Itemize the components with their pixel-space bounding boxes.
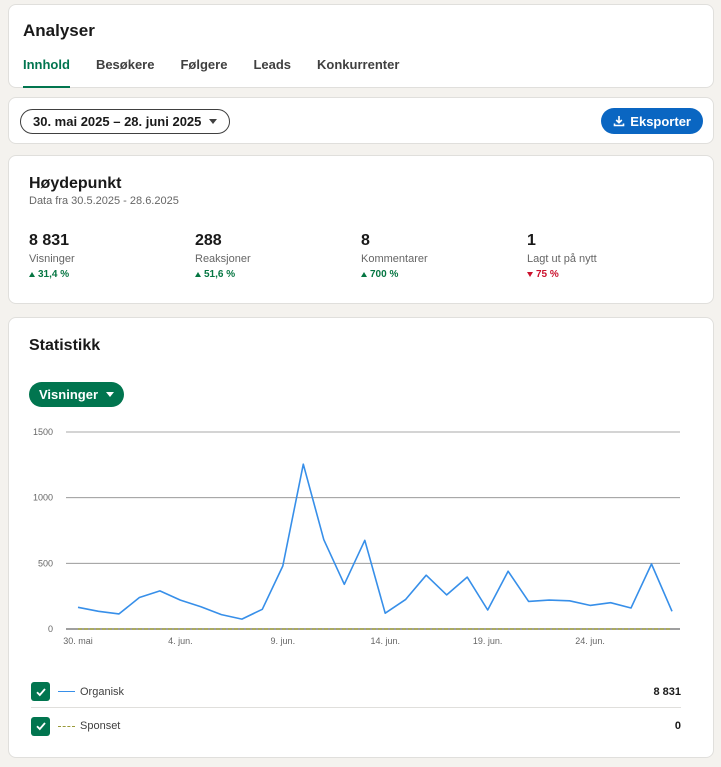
sponset-checkbox[interactable] xyxy=(31,716,50,736)
x-tick-label: 14. jun. xyxy=(370,636,400,646)
metric-label: Reaksjoner xyxy=(195,253,251,265)
metric-change-value: 51,6 % xyxy=(204,269,236,280)
series-line-organisk xyxy=(77,463,673,620)
organisk-checkbox[interactable] xyxy=(31,682,50,701)
legend-total: 8 831 xyxy=(653,685,681,698)
metric-change-value: 700 % xyxy=(370,269,399,280)
tab-besokere[interactable]: Besøkere xyxy=(96,57,155,88)
date-range-dropdown[interactable]: 30. mai 2025 – 28. juni 2025 xyxy=(20,109,231,134)
x-tick-label: 4. jun. xyxy=(168,636,193,646)
metric-change: 75 % xyxy=(527,269,687,280)
highlights-title: Høydepunkt xyxy=(29,175,122,192)
y-tick-label: 1000 xyxy=(33,493,53,503)
date-range-label: 30. mai 2025 – 28. juni 2025 xyxy=(33,114,202,129)
legend-total: 0 xyxy=(674,720,681,732)
arrow-down-icon xyxy=(527,272,533,277)
metric-label: Visninger xyxy=(29,253,75,265)
tab-bar: Innhold Besøkere Følgere Leads Konkurren… xyxy=(23,57,425,88)
x-tick-label: 9. jun. xyxy=(271,636,296,646)
metric-value: 1 xyxy=(527,232,536,249)
x-tick-label: 19. jun. xyxy=(473,636,503,646)
metric-change: 51,6 % xyxy=(195,269,355,280)
tab-konkurrenter[interactable]: Konkurrenter xyxy=(317,57,399,88)
metric-lagt-ut-pa-nytt: 1 Lagt ut på nytt 75 % xyxy=(527,232,687,280)
views-line-chart: 0 500 1000 1500 30. mai 4. jun. 9. jun. 14. jun… xyxy=(33,427,680,646)
x-tick-label: 30. mai xyxy=(63,636,93,646)
legend-label: Sponset xyxy=(80,720,121,732)
metric-change: 700 % xyxy=(361,269,521,280)
caret-down-icon xyxy=(209,119,218,124)
arrow-up-icon xyxy=(361,272,367,277)
checkmark-icon xyxy=(35,722,46,731)
metric-visninger: 8 831 Visninger 31,4 % xyxy=(29,232,189,280)
statistics-card: Statistikk Visninger 0 500 1000 1500 30. mai… xyxy=(8,317,714,758)
export-button[interactable]: Eksporter xyxy=(601,108,703,134)
download-icon xyxy=(613,116,625,127)
y-tick-label: 1500 xyxy=(33,427,53,437)
legend-swatch-dashed xyxy=(58,725,75,727)
metric-kommentarer: 8 Kommentarer 700 % xyxy=(361,232,521,280)
tab-innhold[interactable]: Innhold xyxy=(23,57,70,88)
export-label: Eksporter xyxy=(630,113,691,129)
metric-change-value: 31,4 % xyxy=(38,269,70,280)
arrow-up-icon xyxy=(29,272,35,277)
filter-bar: 30. mai 2025 – 28. juni 2025 Eksporter xyxy=(8,97,714,144)
highlights-card: Høydepunkt Data fra 30.5.2025 - 28.6.202… xyxy=(8,155,714,304)
metric-label: Lagt ut på nytt xyxy=(527,253,597,265)
legend-row-sponset: Sponset 0 xyxy=(31,710,681,742)
y-tick-label: 0 xyxy=(48,624,53,634)
x-tick-label: 24. jun. xyxy=(575,636,605,646)
metric-value: 8 xyxy=(361,232,370,249)
legend-row-organisk: Organisk 8 831 xyxy=(31,676,681,708)
metric-change: 31,4 % xyxy=(29,269,189,280)
metric-label: Kommentarer xyxy=(361,253,428,265)
legend-swatch-solid xyxy=(58,691,75,692)
arrow-up-icon xyxy=(195,272,201,277)
metric-value: 288 xyxy=(195,232,222,249)
highlights-subtitle: Data fra 30.5.2025 - 28.6.2025 xyxy=(29,195,179,207)
tab-folgere[interactable]: Følgere xyxy=(180,57,227,88)
metric-change-value: 75 % xyxy=(536,269,559,280)
metric-reaksjoner: 288 Reaksjoner 51,6 % xyxy=(195,232,355,280)
checkmark-icon xyxy=(35,687,46,696)
tab-leads[interactable]: Leads xyxy=(253,57,291,88)
analytics-header-card: Analyser Innhold Besøkere Følgere Leads … xyxy=(8,4,714,88)
y-tick-label: 500 xyxy=(38,558,53,568)
legend-label: Organisk xyxy=(80,685,125,698)
page-title: Analyser xyxy=(23,21,95,40)
metric-value: 8 831 xyxy=(29,232,70,249)
